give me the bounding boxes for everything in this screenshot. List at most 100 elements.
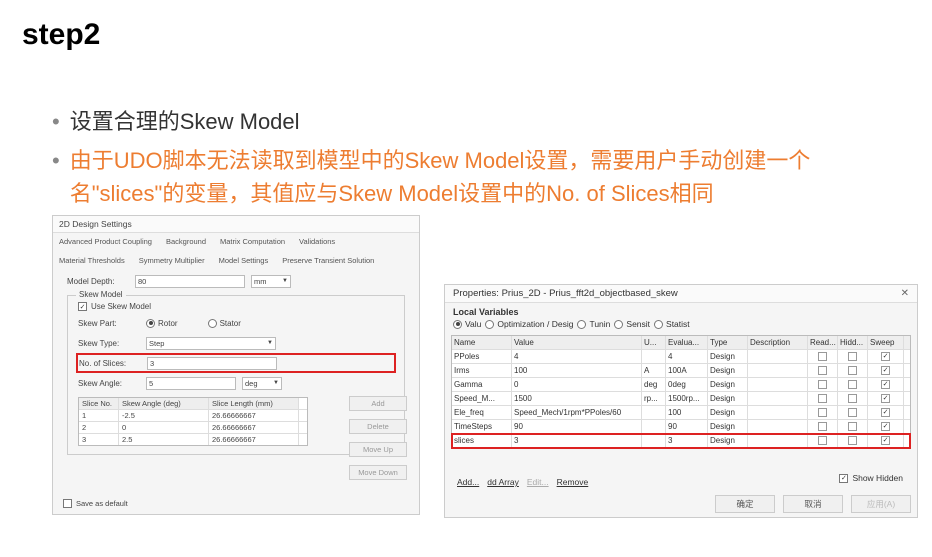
variable-actions: Add... dd Array Edit... Remove — [457, 477, 588, 487]
radio-icon — [146, 319, 155, 328]
bullet-dot: • — [52, 105, 60, 138]
cell-readonly[interactable] — [808, 378, 838, 391]
use-skew-checkbox[interactable]: ✓ Use Skew Model — [78, 302, 394, 311]
tab-tuning[interactable]: Tunin — [577, 319, 610, 329]
model-depth-input[interactable]: 80 — [135, 275, 245, 288]
move-up-button[interactable]: Move Up — [349, 442, 407, 457]
tab-label[interactable]: Local Variables — [445, 303, 917, 319]
cell-desc — [748, 420, 808, 433]
variables-table: Name Value U... Evalua... Type Descripti… — [451, 335, 911, 449]
cell-sweep[interactable] — [868, 364, 904, 377]
table-row[interactable]: 3 2.5 26.66666667 — [79, 434, 307, 445]
tab[interactable]: Advanced Product Coupling — [59, 237, 152, 246]
cell-sweep[interactable] — [868, 420, 904, 433]
cell-eval: 4 — [666, 350, 708, 363]
table-row[interactable]: PPoles44Design — [452, 350, 910, 364]
cell-value[interactable]: 1500 — [512, 392, 642, 405]
skew-part-rotor[interactable]: Rotor — [146, 319, 178, 328]
table-row[interactable]: Ele_freqSpeed_Mech/1rpm*PPoles/60100Desi… — [452, 406, 910, 420]
tab[interactable]: Matrix Computation — [220, 237, 285, 246]
edit-link[interactable]: Edit... — [527, 477, 549, 487]
cell-type: Design — [708, 364, 748, 377]
cell-type: Design — [708, 420, 748, 433]
radio-icon — [453, 320, 462, 329]
tab-statistics[interactable]: Statist — [654, 319, 690, 329]
move-down-button[interactable]: Move Down — [349, 465, 407, 480]
model-depth-unit-select[interactable]: mm▼ — [251, 275, 291, 288]
cell-hidden[interactable] — [838, 364, 868, 377]
cell-eval: 90 — [666, 420, 708, 433]
cell-hidden[interactable] — [838, 378, 868, 391]
no-slices-label: No. of Slices: — [79, 359, 147, 368]
cell-hidden[interactable] — [838, 392, 868, 405]
cell-readonly[interactable] — [808, 350, 838, 363]
cancel-button[interactable]: 取消 — [783, 495, 843, 513]
skew-part-stator[interactable]: Stator — [208, 319, 241, 328]
cell-type: Design — [708, 434, 748, 447]
cell-readonly[interactable] — [808, 434, 838, 447]
table-row[interactable]: slices33Design — [452, 434, 910, 448]
cell-value[interactable]: 4 — [512, 350, 642, 363]
close-icon[interactable]: ✕ — [901, 288, 909, 299]
cell-sweep[interactable] — [868, 378, 904, 391]
skew-type-label: Skew Type: — [78, 339, 146, 348]
cell-value[interactable]: 90 — [512, 420, 642, 433]
delete-button[interactable]: Delete — [349, 419, 407, 434]
cell-readonly[interactable] — [808, 406, 838, 419]
cell-hidden[interactable] — [838, 406, 868, 419]
save-as-default[interactable]: Save as default — [63, 499, 128, 508]
table-row[interactable]: 1 -2.5 26.66666667 — [79, 410, 307, 422]
tab[interactable]: Symmetry Multiplier — [139, 256, 205, 265]
no-slices-input[interactable]: 3 — [147, 357, 277, 370]
cell-sweep[interactable] — [868, 406, 904, 419]
tab-active[interactable]: Model Settings — [219, 256, 269, 265]
cell-value[interactable]: 100 — [512, 364, 642, 377]
cell-eval: 1500rp... — [666, 392, 708, 405]
tab[interactable]: Validations — [299, 237, 335, 246]
cell-value[interactable]: 0 — [512, 378, 642, 391]
cell-hidden[interactable] — [838, 350, 868, 363]
cell-sweep[interactable] — [868, 434, 904, 447]
table-row[interactable]: 2 0 26.66666667 — [79, 422, 307, 434]
show-hidden-checkbox[interactable]: ✓ Show Hidden — [839, 473, 903, 483]
no-of-slices-row: No. of Slices: 3 — [78, 355, 394, 371]
add-link[interactable]: Add... — [457, 477, 479, 487]
cell-type: Design — [708, 406, 748, 419]
add-button[interactable]: Add — [349, 396, 407, 411]
tab[interactable]: Preserve Transient Solution — [282, 256, 374, 265]
tab-value[interactable]: Valu — [453, 319, 481, 329]
cell-sweep[interactable] — [868, 392, 904, 405]
table-row[interactable]: Irms100A100ADesign — [452, 364, 910, 378]
table-row[interactable]: Speed_M...1500rp...1500rp...Design — [452, 392, 910, 406]
cell-type: Design — [708, 350, 748, 363]
ok-button[interactable]: 确定 — [715, 495, 775, 513]
dialog-title: 2D Design Settings — [53, 216, 419, 233]
skew-angle-input[interactable]: 5 — [146, 377, 236, 390]
cell-readonly[interactable] — [808, 364, 838, 377]
cell-value[interactable]: 3 — [512, 434, 642, 447]
cell-hidden[interactable] — [838, 420, 868, 433]
apply-button[interactable]: 应用(A) — [851, 495, 911, 513]
bullet-text: 设置合理的Skew Model — [70, 105, 300, 138]
cell-readonly[interactable] — [808, 420, 838, 433]
cell-value[interactable]: Speed_Mech/1rpm*PPoles/60 — [512, 406, 642, 419]
tab-sensitivity[interactable]: Sensit — [614, 319, 650, 329]
table-row[interactable]: TimeSteps9090Design — [452, 420, 910, 434]
remove-link[interactable]: Remove — [557, 477, 589, 487]
cell-sweep[interactable] — [868, 350, 904, 363]
cell-desc — [748, 434, 808, 447]
radio-icon — [654, 320, 663, 329]
cell-readonly[interactable] — [808, 392, 838, 405]
tab[interactable]: Background — [166, 237, 206, 246]
cell-unit — [642, 434, 666, 447]
table-row[interactable]: Gamma0deg0degDesign — [452, 378, 910, 392]
cell-eval: 3 — [666, 434, 708, 447]
tab[interactable]: Material Thresholds — [59, 256, 125, 265]
tab-optimization[interactable]: Optimization / Desig — [485, 319, 573, 329]
add-array-link[interactable]: dd Array — [487, 477, 519, 487]
cell-hidden[interactable] — [838, 434, 868, 447]
skew-type-select[interactable]: Step▼ — [146, 337, 276, 350]
skew-angle-unit-select[interactable]: deg▼ — [242, 377, 282, 390]
radio-icon — [614, 320, 623, 329]
dialog-tabs[interactable]: Advanced Product Coupling Background Mat… — [53, 233, 419, 267]
